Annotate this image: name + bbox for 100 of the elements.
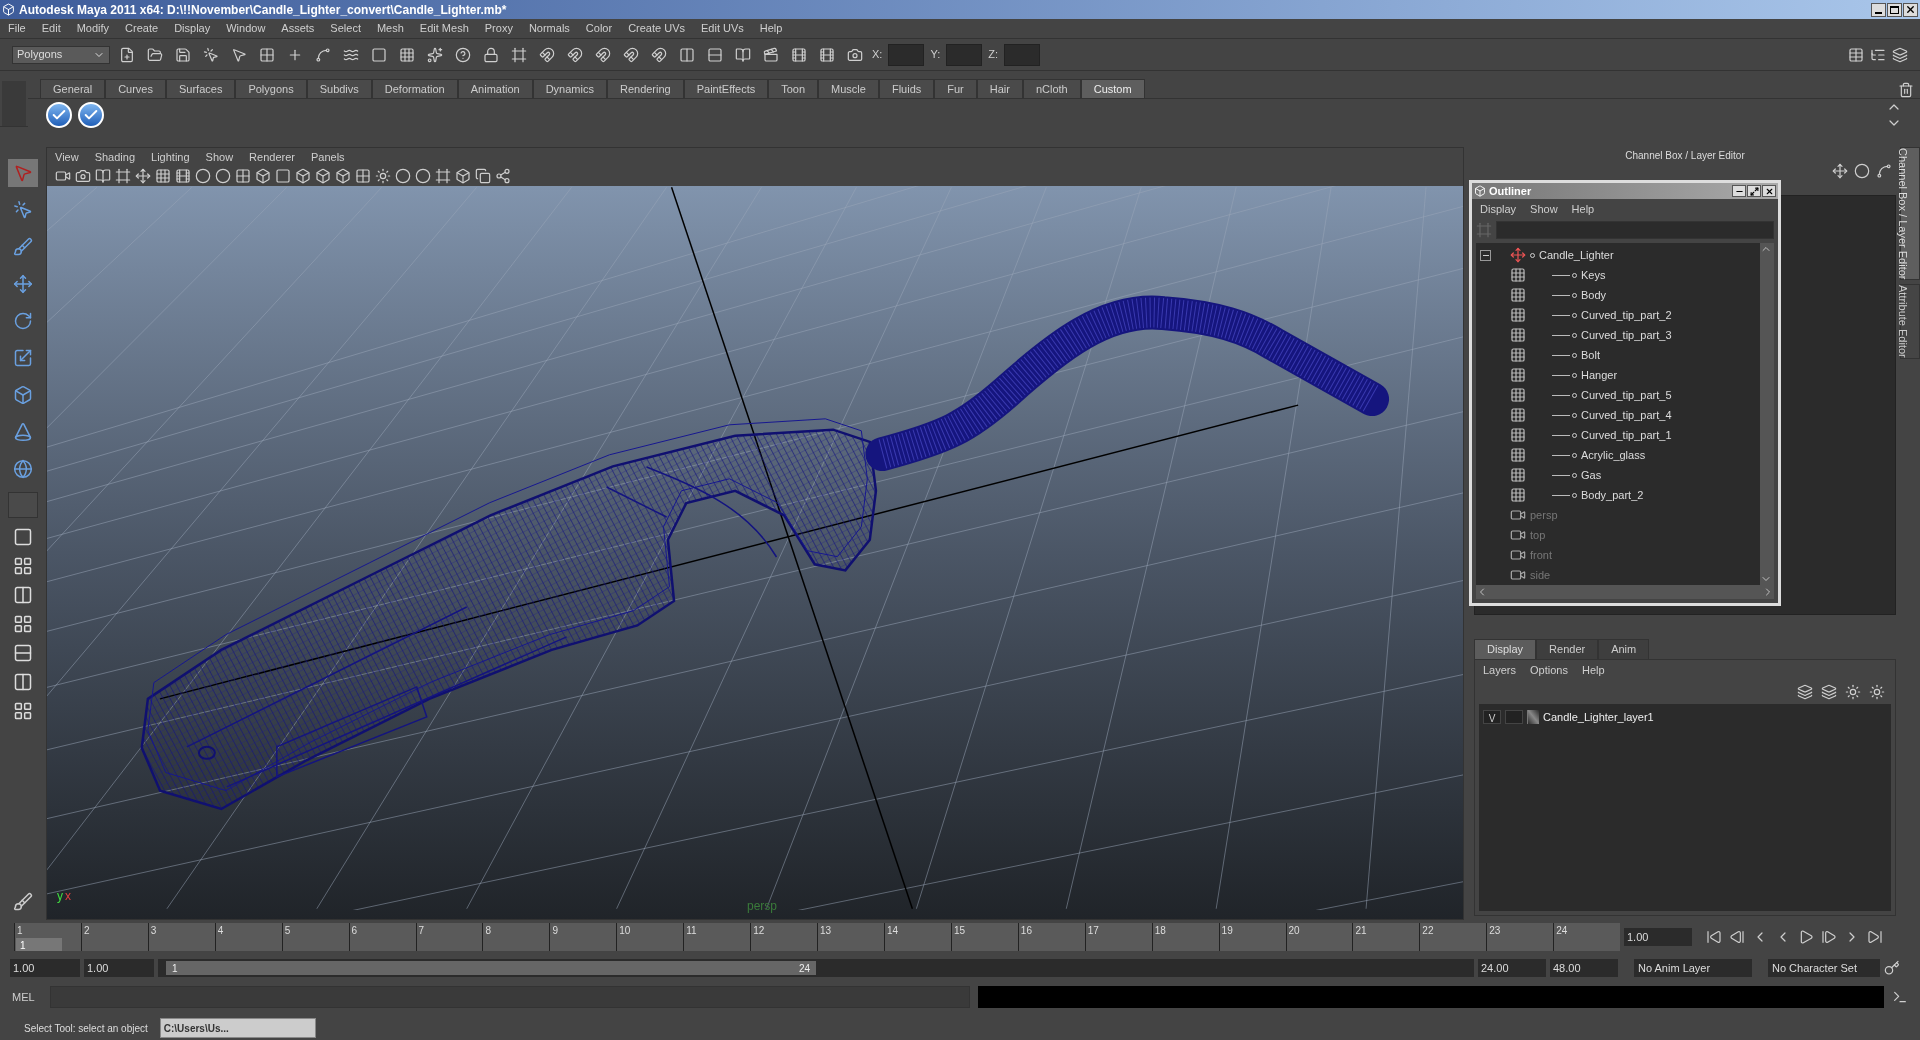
shading-icon[interactable] <box>1854 163 1870 179</box>
shelf-tab[interactable]: Surfaces <box>166 79 236 98</box>
panel-menu-item[interactable]: View <box>55 148 79 166</box>
layer-tab[interactable]: Render <box>1536 639 1599 659</box>
outliner-item[interactable]: Body <box>1581 286 1607 304</box>
menu-item[interactable]: Mesh <box>376 20 404 37</box>
camera-icon[interactable] <box>75 168 91 184</box>
range-start-field[interactable]: 1.00 <box>84 959 154 977</box>
mesh-icon[interactable] <box>1510 407 1526 423</box>
template-toggle[interactable] <box>1505 710 1523 724</box>
maximize-button[interactable] <box>1887 2 1902 17</box>
mesh-icon[interactable] <box>1510 467 1526 483</box>
menu-item[interactable]: Normals <box>528 20 570 37</box>
outliner-item[interactable]: Curved_tip_part_4 <box>1581 406 1672 424</box>
move-icon[interactable] <box>135 168 151 184</box>
go-to-end-icon[interactable] <box>1867 929 1883 945</box>
play-icon[interactable] <box>1798 929 1814 945</box>
coordinate-field[interactable] <box>888 43 925 66</box>
layer-menu-item[interactable]: Help <box>1581 661 1605 679</box>
menu-item[interactable]: Edit Mesh <box>419 20 469 37</box>
select-hierarchy-icon[interactable] <box>203 46 219 63</box>
coordinate-field[interactable] <box>946 43 983 66</box>
single-view-icon[interactable] <box>13 527 33 547</box>
outliner-item[interactable]: Gas <box>1581 466 1602 484</box>
layer-menu-item[interactable]: Options <box>1530 661 1568 679</box>
move-tool-icon[interactable] <box>13 274 33 294</box>
minimize-button[interactable] <box>1732 185 1746 197</box>
panel-menu-item[interactable]: Panels <box>310 148 345 166</box>
layers-icon[interactable] <box>1892 46 1908 63</box>
shelf-tab[interactable]: Fluids <box>878 79 935 98</box>
cube-icon[interactable] <box>255 168 271 184</box>
brush-icon[interactable] <box>13 892 33 912</box>
menu-item[interactable]: Edit UVs <box>701 20 744 37</box>
panel-menu-item[interactable]: Renderer <box>249 148 295 166</box>
menu-item[interactable]: Proxy <box>484 20 513 37</box>
mesh-icon[interactable] <box>1510 367 1526 383</box>
color-swatch[interactable] <box>1527 710 1539 724</box>
wireframe-icon[interactable] <box>235 168 251 184</box>
layer-tab[interactable]: Anim <box>1598 639 1650 659</box>
outliner-item[interactable]: Curved_tip_part_1 <box>1581 426 1672 444</box>
cube-icon[interactable] <box>295 168 311 184</box>
menu-item[interactable]: Display <box>174 20 211 37</box>
menu-item[interactable]: Create <box>125 20 159 37</box>
check-icon[interactable] <box>78 102 104 128</box>
camera-icon[interactable] <box>1510 547 1526 563</box>
anim-layer-dropdown[interactable]: No Anim Layer <box>1634 959 1752 977</box>
grid-icon[interactable] <box>399 46 415 63</box>
shelf-tab[interactable]: Custom <box>1080 79 1145 98</box>
channel-box-icon[interactable] <box>1848 46 1864 63</box>
camera-icon[interactable] <box>1510 567 1526 583</box>
coordinate-field[interactable] <box>1004 43 1040 66</box>
scale-tool-icon[interactable] <box>13 348 33 368</box>
check-icon[interactable] <box>46 102 72 128</box>
command-language-label[interactable]: MEL <box>12 988 42 1006</box>
shelf-tab[interactable]: Deformation <box>371 79 458 98</box>
start-time-field[interactable]: 1.00 <box>10 959 80 977</box>
magnet-icon[interactable] <box>623 46 639 63</box>
outliner-item[interactable]: Bolt <box>1581 346 1600 364</box>
layout-icon[interactable] <box>13 614 33 634</box>
mesh-icon[interactable] <box>1510 427 1526 443</box>
shelf-tab[interactable]: Muscle <box>818 79 879 98</box>
menu-item[interactable]: Modify <box>76 20 110 37</box>
close-button[interactable] <box>1762 185 1776 197</box>
collapse-toggle[interactable] <box>1480 249 1491 261</box>
two-view-icon[interactable] <box>13 585 33 605</box>
menu-item[interactable]: Help <box>759 20 783 37</box>
cube-icon[interactable] <box>455 168 471 184</box>
outliner-menu-item[interactable]: Show <box>1530 200 1558 218</box>
outliner-item[interactable]: Keys <box>1581 266 1606 284</box>
layer-name[interactable]: Candle_Lighter_layer1 <box>1543 708 1654 726</box>
mesh-icon[interactable] <box>1510 347 1526 363</box>
magnet-icon[interactable] <box>595 46 611 63</box>
camera-icon[interactable] <box>55 168 71 184</box>
mesh-icon[interactable] <box>1510 287 1526 303</box>
range-slider-bar[interactable]: 1 24 <box>166 961 816 975</box>
camera-icon[interactable] <box>847 46 863 63</box>
menu-item[interactable]: Color <box>585 20 613 37</box>
close-button[interactable] <box>1903 2 1918 17</box>
shelf-tab[interactable]: Curves <box>105 79 166 98</box>
lasso-tool-icon[interactable] <box>13 200 33 220</box>
script-editor-icon[interactable] <box>1892 989 1908 1005</box>
snap-curve-icon[interactable] <box>315 46 331 63</box>
menu-item[interactable]: Create UVs <box>628 20 685 37</box>
camera-icon[interactable] <box>1510 507 1526 523</box>
magnet-icon[interactable] <box>567 46 583 63</box>
minimize-button[interactable] <box>1871 2 1886 17</box>
maximize-button[interactable] <box>1747 185 1761 197</box>
cube-icon[interactable] <box>315 168 331 184</box>
lock-icon[interactable] <box>483 46 499 63</box>
magnet-icon[interactable] <box>539 46 555 63</box>
shelf-tab[interactable]: nCloth <box>1022 79 1081 98</box>
layer-up-icon[interactable] <box>1797 684 1813 700</box>
trash-icon[interactable] <box>1898 82 1914 98</box>
share-icon[interactable] <box>495 168 511 184</box>
panel-menu-item[interactable]: Shading <box>94 148 136 166</box>
new-file-icon[interactable] <box>119 46 135 63</box>
folder-icon[interactable] <box>147 46 163 63</box>
four-view-icon[interactable] <box>13 556 33 576</box>
rotate-tool-icon[interactable] <box>13 311 33 331</box>
shelf-tab[interactable]: Dynamics <box>532 79 607 98</box>
